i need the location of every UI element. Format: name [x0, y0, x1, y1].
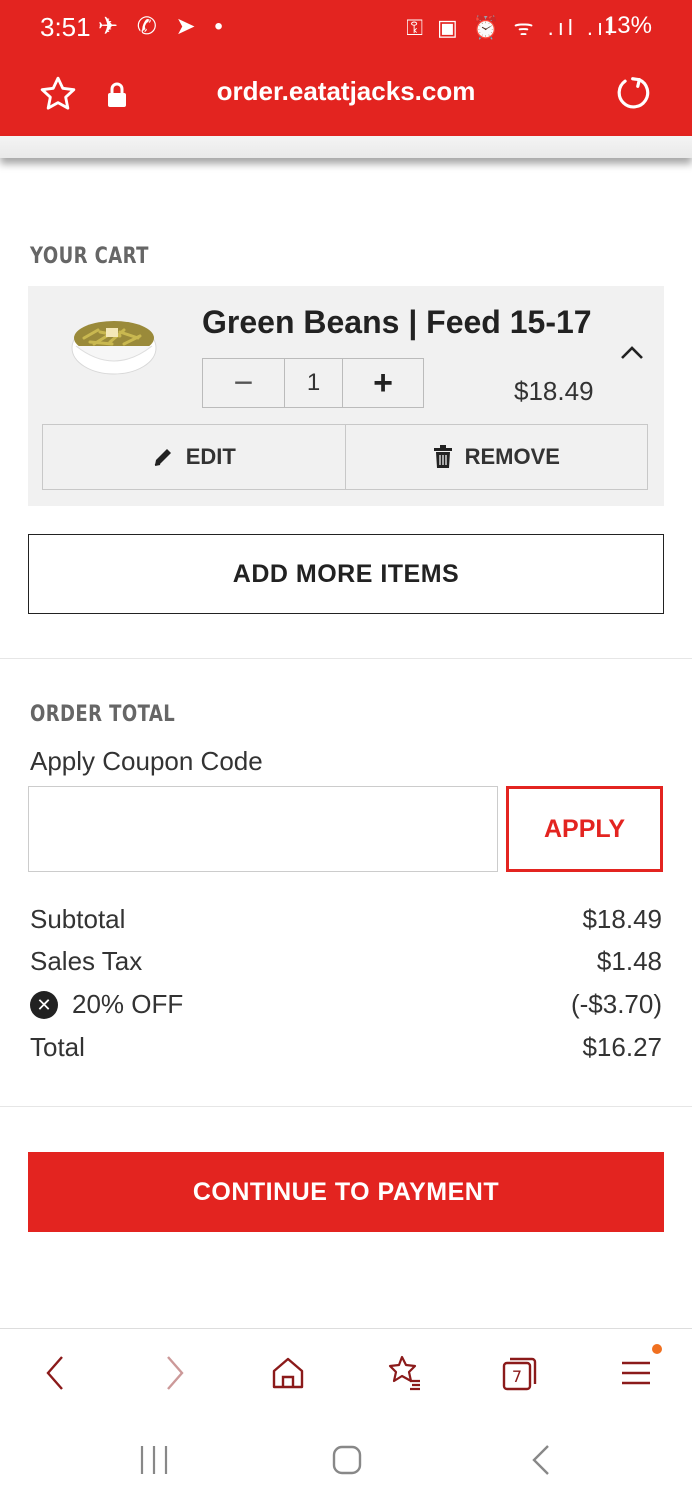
menu-icon[interactable] — [614, 1351, 658, 1395]
tabs-icon[interactable]: 7 — [498, 1351, 542, 1395]
subtotal-label: Subtotal — [30, 904, 126, 934]
coupon-label: Apply Coupon Code — [30, 746, 263, 776]
cart-item-price: $18.49 — [514, 376, 594, 406]
total-value: $16.27 — [582, 1032, 662, 1062]
system-nav-bar — [0, 1418, 692, 1500]
chevron-up-icon[interactable] — [620, 344, 644, 360]
sales-tax-value: $1.48 — [596, 946, 662, 976]
remove-button[interactable]: REMOVE — [346, 425, 648, 489]
remove-discount-icon[interactable]: ✕ — [30, 991, 58, 1019]
subtotal-value: $18.49 — [582, 904, 662, 934]
status-bar: 3:51 ✈ ✆ ➤ • ⚿ ▣ ⏰ ᯤ .ıl .ıl 13% — [0, 0, 692, 56]
discount-label: 20% OFF — [72, 989, 184, 1019]
home-button-icon[interactable] — [326, 1440, 366, 1480]
quantity-stepper: − 1 + — [202, 358, 424, 408]
cart-item-name: Green Beans | Feed 15-17 — [202, 304, 592, 340]
battery-level: 13% — [603, 12, 652, 39]
remove-label: REMOVE — [464, 444, 560, 469]
continue-to-payment-button[interactable]: CONTINUE TO PAYMENT — [28, 1152, 664, 1232]
notification-icons: ✈ ✆ ➤ • — [98, 13, 229, 40]
order-total-heading: ORDER TOTAL — [30, 702, 176, 727]
tab-count: 7 — [512, 1367, 522, 1386]
cart-item-card: Green Beans | Feed 15-17 − 1 + $18.49 ED… — [28, 286, 664, 506]
total-row: Total $16.27 — [30, 1032, 662, 1072]
total-label: Total — [30, 1032, 85, 1062]
browser-bottom-nav: 7 — [0, 1328, 692, 1418]
edit-button[interactable]: EDIT — [43, 425, 346, 489]
home-icon[interactable] — [266, 1351, 310, 1395]
trash-icon — [433, 445, 452, 468]
system-back-icon[interactable] — [522, 1440, 562, 1480]
system-status-icons: ⚿ ▣ ⏰ ᯤ .ıl .ıl — [406, 15, 616, 40]
bookmarks-icon[interactable] — [382, 1351, 426, 1395]
reload-icon[interactable] — [614, 74, 652, 112]
browser-top-bar: 3:51 ✈ ✆ ➤ • ⚿ ▣ ⏰ ᯤ .ıl .ıl 13% order.e… — [0, 0, 692, 136]
pencil-icon — [154, 449, 171, 466]
decrease-quantity-button[interactable]: − — [203, 359, 285, 407]
forward-icon[interactable] — [152, 1351, 196, 1395]
subtotal-row: Subtotal $18.49 — [30, 904, 662, 944]
cart-item-actions: EDIT REMOVE — [42, 424, 648, 490]
apply-coupon-button[interactable]: APPLY — [506, 786, 663, 872]
status-time: 3:51 — [40, 12, 91, 42]
header-banner-strip — [0, 136, 692, 158]
section-divider — [0, 1106, 692, 1107]
add-more-items-button[interactable]: ADD MORE ITEMS — [28, 534, 664, 614]
sales-tax-row: Sales Tax $1.48 — [30, 946, 662, 986]
section-divider — [0, 658, 692, 659]
menu-notification-badge — [652, 1344, 662, 1354]
discount-row: ✕ 20% OFF (-$3.70) — [30, 989, 662, 1029]
increase-quantity-button[interactable]: + — [343, 359, 423, 407]
recent-apps-icon[interactable] — [134, 1440, 174, 1480]
edit-label: EDIT — [185, 444, 236, 469]
sales-tax-label: Sales Tax — [30, 946, 143, 976]
coupon-code-input[interactable] — [28, 786, 498, 872]
back-icon[interactable] — [34, 1351, 78, 1395]
quantity-value: 1 — [285, 359, 343, 407]
discount-value: (-$3.70) — [570, 989, 662, 1019]
url-text[interactable]: order.eatatjacks.com — [0, 76, 692, 107]
your-cart-heading: YOUR CART — [30, 244, 149, 269]
green-beans-image — [71, 321, 157, 375]
url-bar[interactable]: order.eatatjacks.com — [0, 62, 692, 126]
